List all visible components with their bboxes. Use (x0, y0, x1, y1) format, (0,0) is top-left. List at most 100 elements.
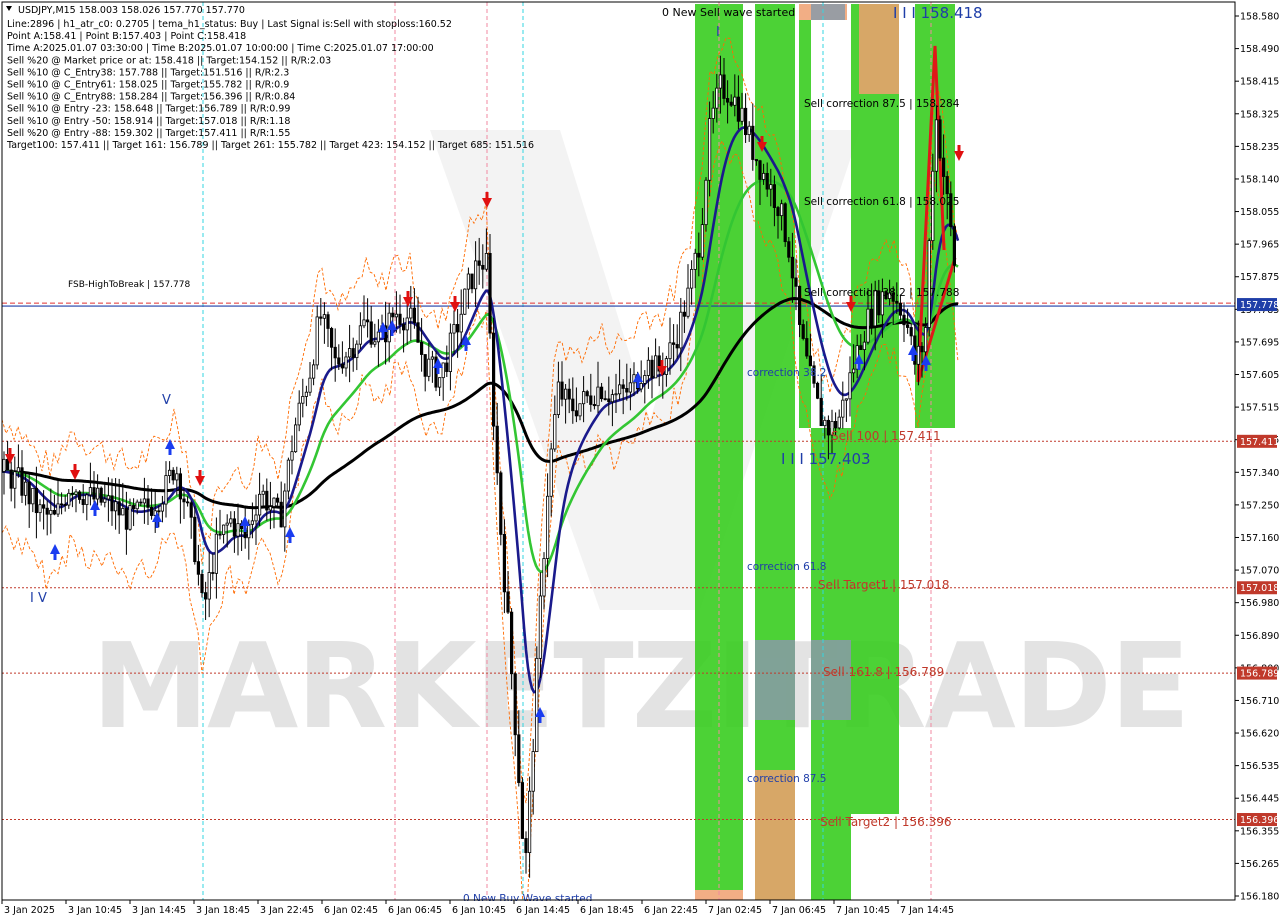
wave-annotation: Sell correction 87.5 | 158.284 (804, 98, 960, 110)
candle-body (718, 74, 723, 89)
candle (362, 295, 366, 329)
candle (311, 359, 316, 386)
candle-body (787, 241, 791, 258)
candle (654, 338, 658, 379)
candle-body (85, 494, 89, 505)
candle-body (906, 324, 910, 328)
candle-body (114, 501, 118, 512)
candle-body (715, 87, 719, 109)
candle-body (301, 396, 305, 404)
wave-annotation: 0 New Sell wave started (662, 6, 795, 19)
candle-body (585, 391, 589, 397)
candle-body (31, 487, 35, 505)
candle (783, 202, 787, 247)
candle-body (430, 356, 435, 360)
candle (369, 305, 373, 348)
candle-body (254, 514, 258, 522)
candle-body (23, 481, 28, 496)
watermark-text: MARKETZITRADE (92, 617, 1189, 755)
candle-body (733, 96, 737, 106)
candle (20, 450, 24, 504)
candle-body (358, 325, 363, 345)
wave-annotation: correction 61.8 (747, 561, 826, 573)
candle-body (463, 288, 467, 315)
candle (499, 470, 503, 546)
candle-body (751, 125, 755, 160)
candle-body (355, 343, 359, 359)
candle (218, 509, 222, 540)
candle-body (924, 327, 928, 353)
y-tick-label: 157.250 (1240, 500, 1279, 511)
y-tick-label: 157.070 (1240, 566, 1279, 577)
candle (837, 409, 841, 430)
candle-body (175, 473, 179, 481)
candle (214, 517, 218, 599)
price-tag-label: 157.411 (1240, 437, 1279, 448)
candle-body (848, 372, 852, 400)
candle-body (459, 313, 463, 333)
x-tick-label: 6 Jan 14:45 (516, 905, 570, 916)
candle-body (96, 487, 100, 500)
candle (365, 298, 370, 338)
candle-body (38, 504, 42, 514)
candle (301, 378, 305, 418)
candle-body (391, 312, 395, 318)
candle-body (582, 391, 586, 405)
candle-body (934, 119, 939, 172)
candle (322, 302, 327, 344)
candle-body (816, 382, 820, 399)
info-line: Sell %10 @ Entry -23: 158.648 || Target:… (7, 104, 290, 115)
candle-body (455, 324, 460, 333)
candle-body (600, 386, 604, 400)
y-tick-label: 156.535 (1240, 761, 1279, 772)
y-tick-label: 156.710 (1240, 696, 1279, 707)
candle-body (852, 368, 856, 374)
candle (31, 487, 35, 513)
collapse-icon (6, 6, 12, 11)
candle-body (754, 159, 759, 162)
candle-body (214, 533, 218, 574)
candle-body (319, 316, 323, 319)
x-tick-label: 7 Jan 10:45 (836, 905, 890, 916)
candle (315, 305, 319, 370)
candle (816, 381, 820, 400)
candle-body (952, 226, 957, 266)
candle (528, 776, 532, 878)
candle-body (419, 341, 424, 355)
candle (686, 264, 690, 319)
candle-body (528, 790, 532, 854)
candle-body (520, 782, 525, 839)
candle-body (614, 393, 618, 396)
candle (376, 319, 381, 367)
candle-body (268, 506, 273, 511)
candle-body (481, 264, 485, 270)
x-tick-label: 3 Jan 10:45 (68, 905, 122, 916)
candle-body (477, 260, 481, 266)
x-tick-label: 7 Jan 06:45 (772, 905, 826, 916)
candle-body (679, 311, 683, 349)
candle-body (401, 324, 406, 331)
candle-body (686, 287, 690, 317)
candle-body (52, 509, 57, 515)
candle-body (542, 558, 546, 597)
y-tick-label: 158.325 (1240, 109, 1279, 120)
candle (67, 488, 71, 509)
candle-body (484, 253, 489, 270)
candle-body (185, 501, 190, 504)
candle (88, 462, 92, 506)
level-label: Sell Target2 | 156.396 (820, 815, 952, 829)
candle-body (283, 490, 287, 528)
candle-body (866, 308, 870, 343)
candle-body (711, 107, 715, 119)
candle-body (265, 490, 269, 511)
candle-body (236, 523, 240, 537)
y-tick-label: 156.980 (1240, 598, 1279, 609)
candle-body (373, 341, 377, 345)
y-tick-label: 156.620 (1240, 729, 1279, 740)
candle-body (726, 98, 730, 103)
x-tick-label: 3 Jan 22:45 (260, 905, 314, 916)
candle-body (549, 448, 553, 497)
candle-body (344, 356, 348, 369)
candle (297, 390, 301, 432)
candle-body (628, 382, 633, 393)
